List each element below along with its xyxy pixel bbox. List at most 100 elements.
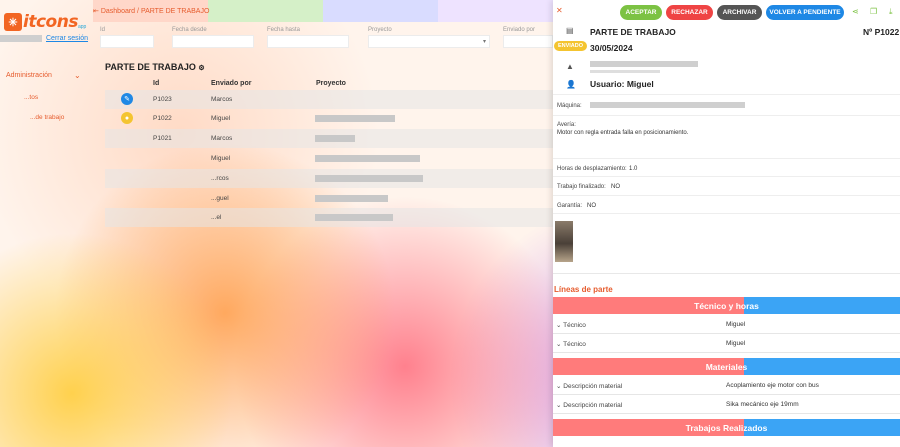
back-to-pending-button[interactable]: VOLVER A PENDIENTE	[766, 5, 844, 20]
table-row[interactable]: ...el	[105, 208, 553, 227]
section-header-materials[interactable]: Materiales	[553, 358, 900, 375]
app-logo[interactable]: ✳ itcons app	[4, 11, 96, 33]
mountain-icon: ▲	[566, 62, 574, 71]
logo-suffix: app	[77, 24, 87, 30]
list-title: PARTE DE TRABAJO ⚙	[105, 62, 205, 72]
row-sender: Marcos	[211, 96, 233, 103]
logo-text: itcons	[23, 12, 78, 32]
filter-label-from: Fecha desde	[172, 27, 207, 33]
project-redacted	[315, 155, 420, 162]
sidebar: ✳ itcons app Cerrar sesión Administració…	[0, 0, 93, 447]
list-item[interactable]: ⌄ Descripción material Sika mecánico eje…	[553, 396, 900, 414]
row-sender: ...el	[211, 214, 222, 221]
row-value: Miguel	[726, 321, 746, 328]
filter-sender-input[interactable]	[503, 35, 553, 48]
settings-icon[interactable]: ⚙	[198, 65, 204, 72]
sidebar-item-admin[interactable]: Administración	[6, 72, 52, 79]
reject-button[interactable]: RECHAZAR	[666, 5, 713, 20]
filter-id-input[interactable]	[100, 35, 154, 48]
project-redacted	[315, 214, 393, 221]
table-row[interactable]: ...guel	[105, 189, 553, 208]
filter-label-project: Proyecto	[368, 27, 392, 33]
row-id: P1023	[153, 96, 172, 103]
panel-number: Nº P1022	[863, 27, 900, 37]
row-value: Acoplamiento eje motor con bus	[726, 382, 819, 389]
filter-label-sender: Enviado por	[503, 27, 536, 33]
filter-from-input[interactable]	[172, 35, 254, 48]
chevron-down-icon[interactable]: ⌄	[556, 402, 561, 409]
panel-user: Usuario: Miguel	[590, 79, 654, 89]
machine-label: Máquina:	[557, 103, 582, 109]
accept-button[interactable]: ACEPTAR	[620, 5, 662, 20]
divider	[553, 115, 900, 116]
chevron-down-icon[interactable]: ⌄	[556, 322, 561, 329]
list-item[interactable]: ⌄ Técnico Miguel	[553, 335, 900, 353]
logout-link[interactable]: Cerrar sesión	[46, 35, 88, 42]
list-item[interactable]: ⌄ Descripción material Acoplamiento eje …	[553, 377, 900, 395]
filter-label-to: Fecha hasta	[267, 27, 301, 33]
table-row[interactable]: P1023 Marcos	[105, 90, 553, 109]
chevron-down-icon[interactable]: ⌄	[556, 341, 561, 348]
row-key: Técnico	[563, 341, 586, 348]
row-key: Descripción material	[563, 383, 623, 390]
table-row[interactable]: P1021 Marcos	[105, 129, 553, 148]
breadcrumb-sep: /	[137, 8, 139, 15]
list-title-text: PARTE DE TRABAJO	[105, 62, 196, 72]
row-key: Técnico	[563, 322, 586, 329]
divider	[553, 94, 900, 95]
warranty-label: Garantía:	[557, 203, 583, 209]
table-row[interactable]: ...rcos	[105, 169, 553, 188]
chevron-down-icon[interactable]: ⌄	[556, 383, 561, 390]
finished-label: Trabajo finalizado:	[557, 184, 606, 190]
edit-icon[interactable]: ✎	[121, 93, 133, 105]
user-name-redacted	[0, 35, 42, 42]
table-row[interactable]: Miguel	[105, 149, 553, 168]
filter-project-select[interactable]: ▾	[368, 35, 490, 48]
breadcrumb-current: PARTE DE TRABAJO	[140, 8, 210, 15]
row-sender: Miguel	[211, 115, 231, 122]
close-icon[interactable]: ✕	[556, 6, 563, 15]
finished-value: NO	[611, 184, 620, 190]
project-redacted	[315, 195, 388, 202]
photo-thumbnail[interactable]	[555, 221, 573, 262]
lines-title: Líneas de parte	[554, 285, 613, 294]
machine-redacted	[590, 102, 745, 108]
filter-label-id: Id	[100, 27, 106, 33]
list-item[interactable]: ⌄ Técnico Miguel	[553, 316, 900, 334]
share-icon[interactable]: ⋖	[852, 7, 859, 16]
back-arrow-icon[interactable]: ⇤	[93, 8, 99, 15]
pending-icon[interactable]: ●	[121, 112, 133, 124]
divider	[553, 158, 900, 159]
row-sender: Miguel	[211, 155, 231, 162]
fault-label: Avería:	[557, 122, 576, 128]
fault-text: Motor con regla entrada falla en posicio…	[557, 130, 689, 136]
section-header-tech[interactable]: Técnico y horas	[553, 297, 900, 314]
col-header-project[interactable]: Proyecto	[316, 80, 346, 87]
client-sub-redacted	[590, 70, 660, 73]
section-header-works[interactable]: Trabajos Realizados	[553, 419, 900, 436]
panel-date: 30/05/2024	[590, 43, 633, 53]
copy-icon[interactable]: ❐	[870, 7, 877, 16]
breadcrumb-home[interactable]: Dashboard	[101, 8, 135, 15]
row-id: P1022	[153, 115, 172, 122]
divider	[553, 273, 900, 274]
col-header-id[interactable]: Id	[153, 80, 159, 87]
panel-title: PARTE DE TRABAJO	[590, 27, 676, 37]
chevron-down-icon[interactable]: ⌄	[74, 71, 81, 80]
travel-value: 1.0	[629, 166, 638, 172]
row-sender: Marcos	[211, 135, 233, 142]
project-redacted	[315, 175, 423, 182]
sidebar-subitem-workorders[interactable]: ...de trabajo	[30, 114, 64, 121]
filter-to-input[interactable]	[267, 35, 349, 48]
divider	[553, 195, 900, 196]
row-chevron-key: ⌄ Técnico	[556, 321, 586, 329]
row-id: P1021	[153, 135, 172, 142]
archive-button[interactable]: ARCHIVAR	[717, 5, 762, 20]
sidebar-subitem-projects[interactable]: ...tos	[24, 94, 38, 101]
table-row[interactable]: P1022 Miguel	[105, 109, 553, 128]
download-icon[interactable]: ⤓	[889, 7, 893, 17]
row-chevron-key: ⌄ Técnico	[556, 340, 586, 348]
divider	[553, 176, 900, 177]
row-sender: ...rcos	[211, 175, 229, 182]
col-header-sender[interactable]: Enviado por	[211, 80, 251, 87]
